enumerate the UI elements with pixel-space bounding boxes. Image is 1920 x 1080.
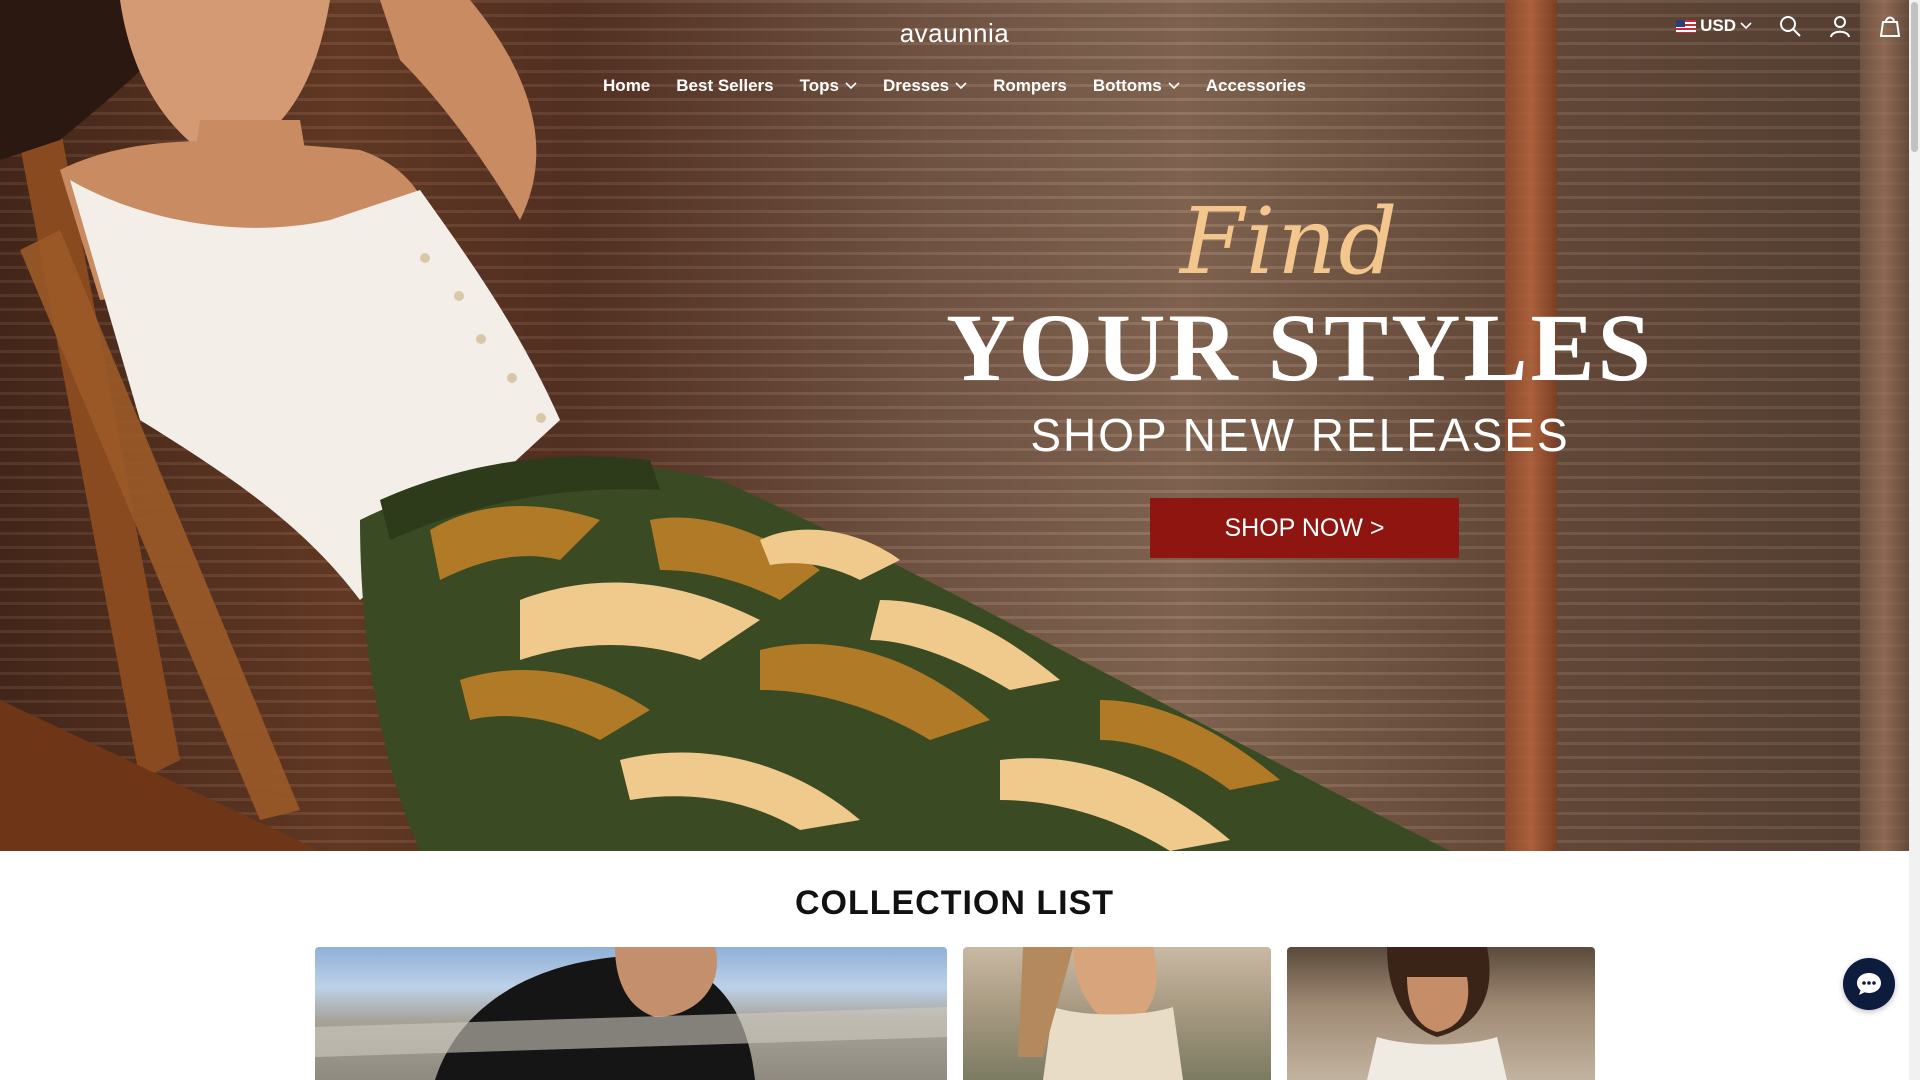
chat-bubble-icon bbox=[1857, 973, 1881, 995]
chevron-down-icon bbox=[1740, 22, 1752, 30]
hero-subline: SHOP NEW RELEASES bbox=[1030, 409, 1570, 461]
nav-item-label: Bottoms bbox=[1092, 76, 1162, 95]
hero-background-post-right bbox=[1860, 0, 1909, 851]
nav-item-best-sellers[interactable]: Best Sellers bbox=[676, 76, 773, 96]
nav-item-label: Dresses bbox=[882, 76, 950, 95]
scrollbar-thumb[interactable] bbox=[1911, 2, 1918, 152]
collection-list-title: COLLECTION LIST bbox=[794, 884, 1115, 922]
nav-item-bottoms[interactable]: Bottoms bbox=[1093, 76, 1180, 96]
nav-item-dresses[interactable]: Dresses bbox=[883, 76, 967, 96]
account-icon[interactable] bbox=[1828, 14, 1852, 38]
chevron-down-icon bbox=[955, 82, 967, 90]
collection-card-image bbox=[315, 947, 947, 1080]
main-nav: Home Best Sellers Tops Dresses Rompers B… bbox=[0, 76, 1909, 96]
nav-item-label: Tops bbox=[799, 76, 839, 95]
collection-card[interactable] bbox=[315, 947, 947, 1080]
chevron-down-icon bbox=[1168, 82, 1180, 90]
nav-item-label: Rompers bbox=[993, 76, 1067, 95]
nav-item-accessories[interactable]: Accessories bbox=[1206, 76, 1306, 96]
nav-item-rompers[interactable]: Rompers bbox=[993, 76, 1067, 96]
hero-headline: YOUR STYLES bbox=[946, 294, 1654, 401]
collection-card[interactable] bbox=[1287, 947, 1595, 1080]
header-actions: USD bbox=[1676, 14, 1902, 38]
currency-label: USD bbox=[1700, 16, 1736, 35]
collection-card-image bbox=[1367, 947, 1507, 1080]
site-logo[interactable]: avaunnia bbox=[0, 18, 1909, 49]
page-scrollbar[interactable] bbox=[1909, 0, 1920, 1080]
hero-script-word: Find bbox=[1180, 188, 1400, 295]
nav-item-tops[interactable]: Tops bbox=[800, 76, 857, 96]
currency-selector[interactable]: USD bbox=[1676, 16, 1752, 36]
us-flag-icon bbox=[1676, 19, 1697, 33]
hero-banner[interactable]: Find YOUR STYLES SHOP NEW RELEASES SHOP … bbox=[0, 0, 1909, 851]
shop-now-button[interactable]: SHOP NOW > bbox=[1150, 498, 1459, 558]
chat-button[interactable] bbox=[1843, 958, 1895, 1010]
chevron-down-icon bbox=[845, 82, 857, 90]
nav-item-label: Best Sellers bbox=[676, 76, 774, 95]
nav-item-home[interactable]: Home bbox=[603, 76, 650, 96]
nav-item-label: Accessories bbox=[1205, 76, 1306, 95]
nav-item-label: Home bbox=[603, 76, 651, 95]
collection-card-image bbox=[1018, 947, 1183, 1080]
cart-icon[interactable] bbox=[1878, 14, 1902, 38]
search-icon[interactable] bbox=[1778, 14, 1802, 38]
collection-card[interactable] bbox=[963, 947, 1271, 1080]
